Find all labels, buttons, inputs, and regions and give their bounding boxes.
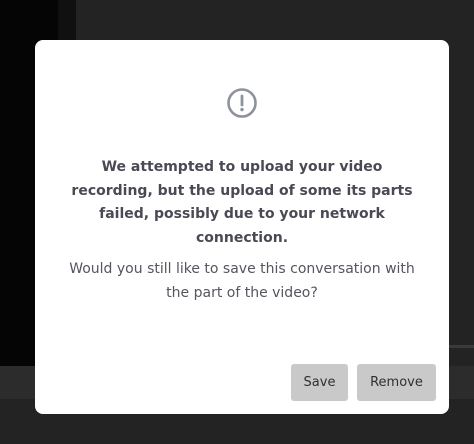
background-divider xyxy=(448,345,474,348)
headline-line: recording, but the upload of some its pa… xyxy=(71,182,413,199)
upload-failed-dialog: We attempted to upload your video record… xyxy=(35,40,449,414)
remove-button[interactable]: Remove xyxy=(357,364,436,401)
question-line: Would you still like to save this conver… xyxy=(69,261,415,277)
question-line: the part of the video? xyxy=(166,284,318,301)
headline-line: failed, possibly due to your network xyxy=(99,206,385,222)
save-button[interactable]: Save xyxy=(291,364,348,401)
exclamation-circle-icon xyxy=(226,87,258,119)
dialog-question: Would you still like to save this conver… xyxy=(59,258,425,305)
headline-line: connection. xyxy=(195,229,289,246)
dialog-headline: We attempted to upload your video record… xyxy=(65,156,419,250)
headline-line: We attempted to upload your video xyxy=(101,159,383,175)
